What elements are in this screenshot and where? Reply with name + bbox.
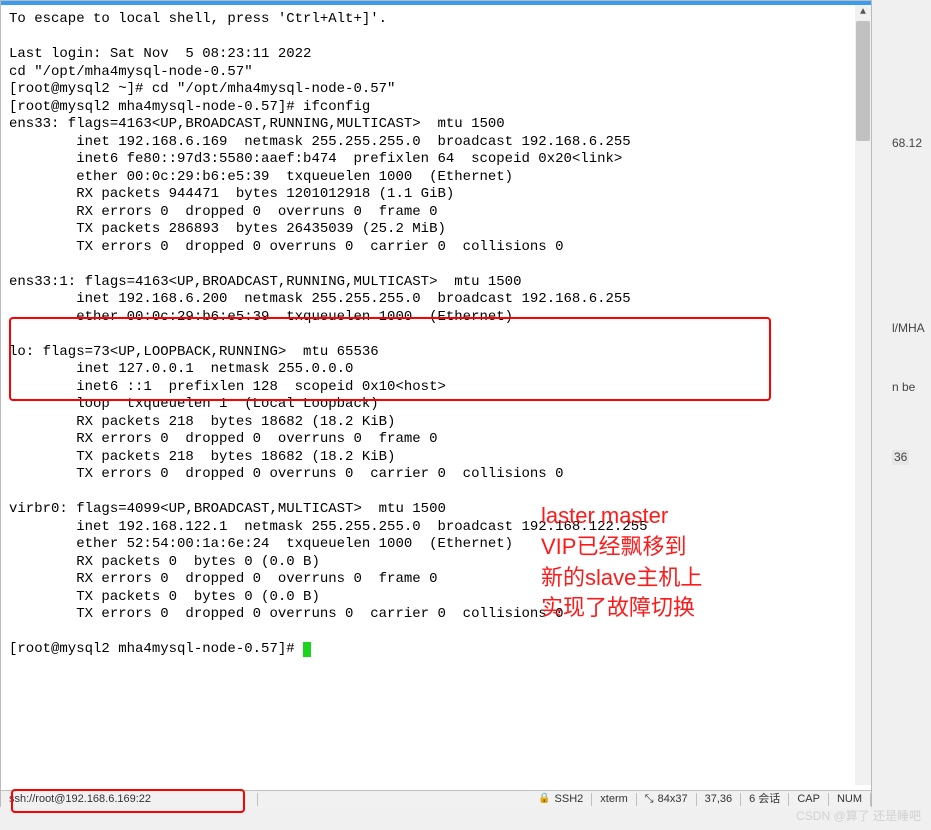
status-num: NUM [829,793,871,807]
terminal-line: ens33: flags=4163<UP,BROADCAST,RUNNING,M… [9,116,505,132]
terminal-line: TX errors 0 dropped 0 overruns 0 carrier… [9,239,564,255]
terminal-line: Last login: Sat Nov 5 08:23:11 2022 [9,46,311,62]
watermark: CSDN @算了 还是睡吧 [796,809,921,824]
terminal-line: TX errors 0 dropped 0 overruns 0 carrier… [9,606,564,622]
terminal-line: ens33:1: flags=4163<UP,BROADCAST,RUNNING… [9,274,521,290]
background-text: l/MHA [892,321,925,336]
terminal-prompt: [root@mysql2 mha4mysql-node-0.57]# [9,641,303,657]
vertical-scrollbar[interactable]: ▲ [855,5,871,785]
terminal-line: ether 00:0c:29:b6:e5:39 txqueuelen 1000 … [9,169,513,185]
terminal-line: ether 52:54:00:1a:6e:24 txqueuelen 1000 … [9,536,513,552]
status-cap: CAP [789,793,829,807]
background-text: n be [892,380,915,395]
terminal-line: inet 192.168.6.200 netmask 255.255.255.0… [9,291,631,307]
terminal-line: inet 192.168.6.169 netmask 255.255.255.0… [9,134,631,150]
terminal-line: TX errors 0 dropped 0 overruns 0 carrier… [9,466,564,482]
terminal-line: TX packets 218 bytes 18682 (18.2 KiB) [9,449,395,465]
terminal-line: inet6 fe80::97d3:5580:aaef:b474 prefixle… [9,151,622,167]
terminal-line: RX errors 0 dropped 0 overruns 0 frame 0 [9,571,437,587]
status-protocol: 🔒 SSH2 [530,793,592,807]
terminal-line: RX errors 0 dropped 0 overruns 0 frame 0 [9,204,437,220]
terminal-window: To escape to local shell, press 'Ctrl+Al… [0,0,872,807]
terminal-line: [root@mysql2 ~]# cd "/opt/mha4mysql-node… [9,81,395,97]
scroll-thumb[interactable] [856,21,870,141]
terminal-line: cd "/opt/mha4mysql-node-0.57" [9,64,253,80]
terminal-line: RX packets 218 bytes 18682 (18.2 KiB) [9,414,395,430]
status-position: 37,36 [697,793,742,807]
terminal-line: RX packets 0 bytes 0 (0.0 B) [9,554,320,570]
cursor-icon [303,642,311,657]
terminal-line: To escape to local shell, press 'Ctrl+Al… [9,11,387,27]
terminal-line: [root@mysql2 mha4mysql-node-0.57]# ifcon… [9,99,370,115]
scroll-up-icon[interactable]: ▲ [855,5,871,21]
lock-icon: 🔒 [538,793,550,806]
highlight-box-ens33-1 [9,317,771,401]
highlight-box-connection [11,789,245,813]
terminal-line: TX packets 0 bytes 0 (0.0 B) [9,589,320,605]
terminal-line: TX packets 286893 bytes 26435039 (25.2 M… [9,221,446,237]
terminal-line: RX errors 0 dropped 0 overruns 0 frame 0 [9,431,437,447]
status-size-label: 84x37 [658,793,688,807]
resize-icon: ⤡ [645,793,654,807]
terminal-line: virbr0: flags=4099<UP,BROADCAST,MULTICAS… [9,501,446,517]
status-protocol-label: SSH2 [555,793,584,807]
terminal-line: RX packets 944471 bytes 1201012918 (1.1 … [9,186,454,202]
status-sessions: 6 会话 [741,793,789,807]
background-text: 36 [892,450,909,465]
annotation-text: laster master VIP已经飘移到 新的slave主机上 实现了故障切… [541,501,702,624]
status-size: ⤡ 84x37 [637,793,697,807]
status-term: xterm [592,793,637,807]
background-text: 68.12 [892,136,922,151]
